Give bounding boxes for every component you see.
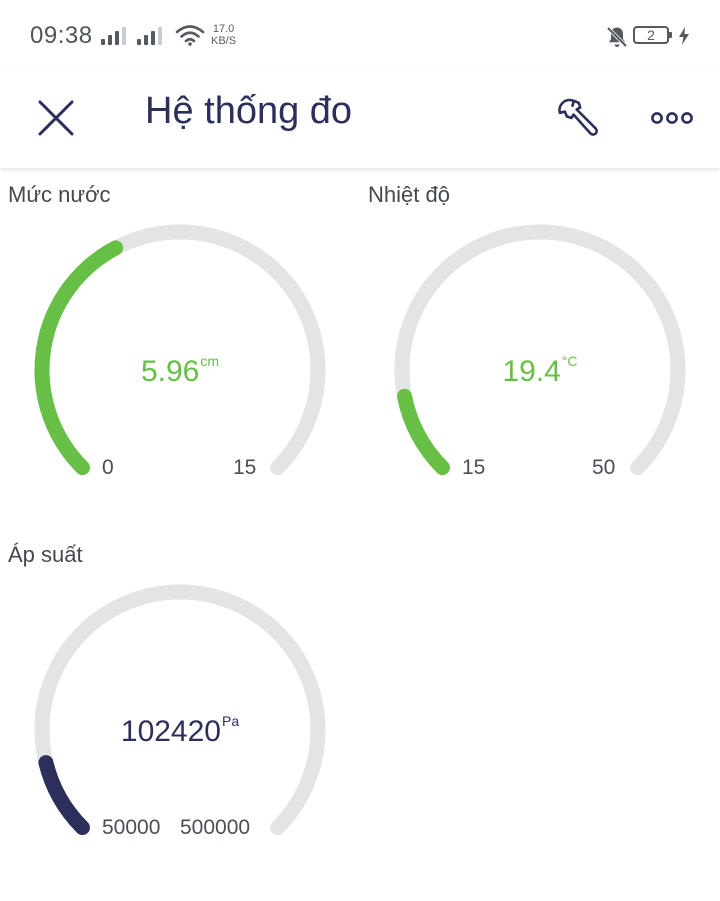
gauge-max-label: 50: [592, 456, 616, 479]
battery-level: 2: [647, 27, 655, 43]
gauge-max-label: 500000: [180, 816, 251, 839]
gauge-value-number: 19.4: [502, 355, 561, 388]
network-speed-unit: KB/S: [211, 35, 237, 47]
gauge-max-label: 15: [233, 456, 257, 479]
gauge-min-label: 0: [102, 456, 114, 479]
gauge-unit: °C: [561, 353, 578, 369]
gauge-water-level: Mức nước 5.96cm 0 15: [8, 182, 348, 512]
gauge-track: [34, 584, 326, 836]
gauge-value-number: 5.96: [140, 355, 200, 388]
status-bar: 09:38 17.0 KB/S 2: [0, 0, 720, 72]
gauge-value: 102420Pa: [120, 713, 240, 749]
gauge-temperature: Nhiệt độ 19.4°C 15 50: [368, 182, 708, 512]
gauge-value-number: 102420: [120, 715, 221, 748]
gauge-fill: [397, 388, 450, 476]
gauge-value: 19.4°C: [502, 353, 578, 389]
gauge-dial: [394, 224, 686, 476]
signal-strength-icon: [101, 27, 126, 45]
settings-wrench-button[interactable]: [544, 88, 608, 148]
close-icon: [38, 100, 74, 136]
gauge-dial: [34, 584, 326, 836]
bell-muted-icon: [606, 26, 628, 48]
close-button[interactable]: [26, 88, 86, 148]
network-speed: 17.0 KB/S: [211, 23, 236, 47]
gauge-fill: [38, 755, 90, 836]
charging-icon: [679, 27, 689, 45]
gauge-fill: [34, 240, 124, 476]
signal-strength-icon: [137, 27, 162, 45]
gauge-track: [394, 224, 686, 476]
gauge-dial: [34, 224, 326, 476]
app-bar: Hệ thống đo: [0, 72, 720, 168]
gauge-pressure: Áp suất 102420Pa 50000 500000: [8, 542, 348, 872]
battery-icon: 2: [633, 26, 672, 44]
more-options-button[interactable]: [640, 88, 704, 148]
page-title: Hệ thống đo: [145, 90, 353, 132]
gauge-min-label: 50000: [102, 816, 161, 839]
network-speed-value: 17.0: [212, 23, 235, 35]
status-time: 09:38: [30, 22, 93, 49]
gauge-unit: Pa: [221, 713, 240, 729]
gauge-unit: cm: [200, 353, 220, 369]
gauge-value: 5.96cm: [140, 353, 220, 389]
wrench-icon: [558, 98, 598, 136]
more-dots-icon: [651, 112, 693, 124]
gauge-min-label: 15: [462, 456, 486, 479]
wifi-icon: [175, 25, 205, 46]
